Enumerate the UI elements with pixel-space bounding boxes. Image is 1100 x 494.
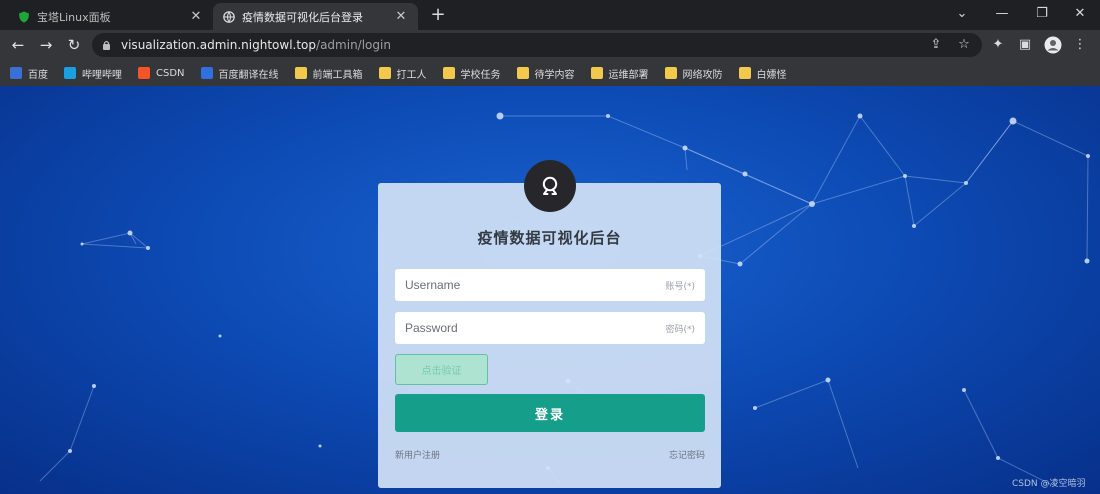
reload-icon[interactable]: ↻ (62, 33, 86, 57)
tab-bt-panel[interactable]: 宝塔Linux面板 ✕ (8, 3, 213, 30)
new-tab-button[interactable]: + (426, 3, 450, 27)
folder-icon (442, 67, 455, 79)
bookmark-folder[interactable]: 运维部署 (590, 66, 649, 81)
folder-icon (590, 67, 603, 79)
bookmark-item[interactable]: 百度翻译在线 (200, 66, 279, 81)
folder-icon (738, 67, 751, 79)
star-icon[interactable]: ☆ (952, 33, 976, 57)
bookmark-folder[interactable]: 网络攻防 (664, 66, 723, 81)
folder-icon (664, 67, 677, 79)
register-link[interactable]: 新用户注册 (395, 448, 440, 461)
bookmark-label: 百度翻译在线 (218, 69, 279, 81)
extensions-icon[interactable]: ✦ (986, 33, 1010, 57)
captcha-button[interactable]: 点击验证 (395, 354, 488, 385)
bookmark-label: 网络攻防 (682, 69, 723, 81)
close-icon[interactable]: ✕ (394, 9, 408, 24)
paw-icon (10, 67, 22, 79)
bookmark-label: 运维部署 (608, 69, 649, 81)
bookmark-label: CSDN (156, 67, 185, 79)
url-path: /admin/login (316, 38, 391, 52)
bookmark-label: 前端工具箱 (312, 69, 363, 81)
bookmark-item[interactable]: 哔哩哔哩 (64, 66, 122, 81)
bookmarks-bar: 百度 哔哩哔哩 CSDN 百度翻译在线 前端工具箱 打工人 学校任务 待学内容 … (0, 60, 1100, 86)
tab-search-icon[interactable]: ⌄ (942, 2, 982, 26)
username-hint: 账号(*) (665, 281, 695, 292)
lock-icon (103, 40, 110, 50)
bookmark-label: 百度 (28, 69, 48, 81)
bookmark-item[interactable]: CSDN (138, 67, 185, 79)
tab-login[interactable]: 疫情数据可视化后台登录 ✕ (213, 3, 418, 30)
maximize-icon[interactable]: ❐ (1022, 2, 1062, 26)
browser-toolbar: ← → ↻ visualization.admin.nightowl.top/a… (0, 30, 1100, 60)
url-text: visualization.admin.nightowl.top/admin/l… (121, 38, 391, 52)
tab-strip: 宝塔Linux面板 ✕ 疫情数据可视化后台登录 ✕ + ⌄ — ❐ ✕ (0, 0, 1100, 30)
bookmark-folder[interactable]: 打工人 (378, 66, 427, 81)
folder-icon (516, 67, 529, 79)
bookmark-folder[interactable]: 前端工具箱 (294, 66, 363, 81)
back-icon[interactable]: ← (6, 33, 30, 57)
forward-icon[interactable]: → (34, 33, 58, 57)
password-field: 密码(*) (395, 312, 705, 344)
share-icon[interactable]: ⇪ (924, 33, 948, 57)
bookmark-folder[interactable]: 待学内容 (516, 66, 575, 81)
menu-icon[interactable]: ⋮ (1068, 33, 1092, 57)
shield-icon (19, 11, 29, 22)
close-window-icon[interactable]: ✕ (1060, 2, 1100, 26)
globe-icon (223, 10, 235, 23)
sidebar-icon[interactable]: ▣ (1013, 33, 1037, 57)
profile-icon[interactable] (1041, 33, 1065, 57)
watermark: CSDN @凌空暗羽 (1012, 479, 1086, 489)
folder-icon (294, 67, 307, 79)
close-icon[interactable]: ✕ (189, 9, 203, 24)
minimize-icon[interactable]: — (982, 2, 1022, 26)
bookmark-label: 打工人 (396, 69, 427, 81)
username-field: 账号(*) (395, 269, 705, 301)
tv-icon (64, 67, 76, 79)
csdn-icon (138, 67, 150, 79)
bookmark-item[interactable]: 百度 (10, 66, 48, 81)
password-input[interactable] (405, 321, 666, 335)
forgot-password-link[interactable]: 忘记密码 (669, 448, 705, 461)
bookmark-folder[interactable]: 白嫖怪 (738, 66, 787, 81)
username-input[interactable] (405, 278, 666, 292)
bookmark-label: 学校任务 (460, 69, 501, 81)
password-hint: 密码(*) (665, 324, 695, 335)
login-button[interactable]: 登录 (395, 394, 705, 432)
url-host: visualization.admin.nightowl.top (121, 38, 317, 52)
translate-icon (200, 67, 213, 79)
bookmark-label: 待学内容 (534, 69, 575, 81)
address-bar[interactable]: visualization.admin.nightowl.top/admin/l… (92, 33, 982, 57)
bookmark-folder[interactable]: 学校任务 (442, 66, 501, 81)
tab-title: 宝塔Linux面板 (37, 10, 111, 24)
folder-icon (378, 67, 391, 79)
login-form: 账号(*) 密码(*) 点击验证 登录 新用户注册 忘记密码 (378, 183, 721, 488)
bookmark-label: 白嫖怪 (756, 69, 787, 81)
bookmark-label: 哔哩哔哩 (82, 69, 122, 81)
tab-title: 疫情数据可视化后台登录 (242, 10, 363, 24)
